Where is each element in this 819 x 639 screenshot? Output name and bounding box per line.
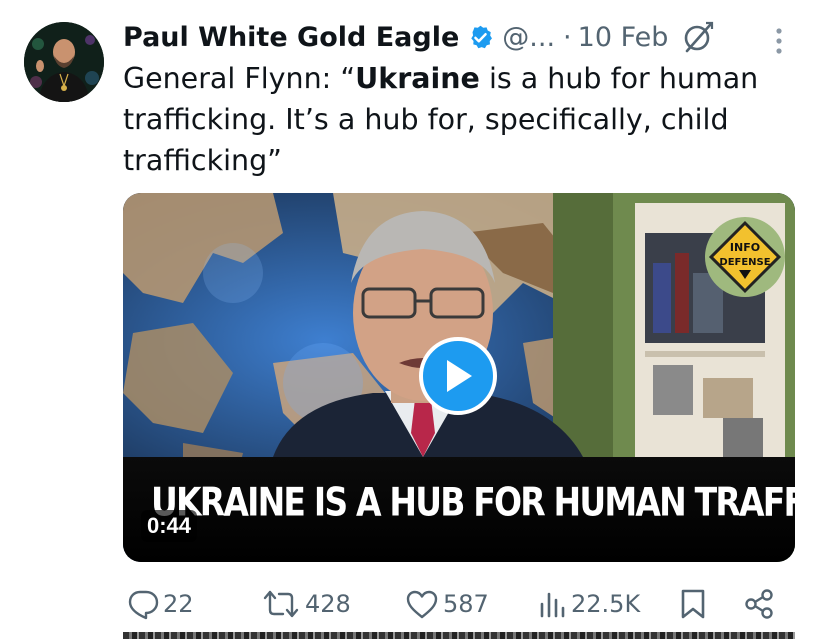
tweet-text: General Flynn: “Ukraine is a hub for hum…: [123, 58, 783, 181]
tweet-text-prefix: General Flynn: “: [123, 62, 356, 95]
views-button[interactable]: 22.5K: [537, 582, 640, 626]
action-bar: 22 428 587 22.5K: [123, 582, 783, 626]
like-count: 587: [443, 590, 489, 618]
share-icon: [745, 589, 773, 619]
logo-line2: DEFENSE: [719, 257, 770, 268]
logo-line1: INFO: [730, 241, 760, 254]
views-icon: [540, 592, 565, 618]
warning-sign-icon: INFO DEFENSE: [708, 220, 782, 294]
reply-icon: [128, 590, 159, 620]
video-duration: 0:44: [141, 510, 198, 542]
tweet-header: Paul White Gold Eagle @... · 10 Feb: [123, 16, 803, 58]
play-icon: [447, 360, 472, 392]
next-post-preview-edge: [123, 632, 795, 639]
grok-icon[interactable]: [682, 21, 714, 53]
reply-count: 22: [163, 590, 194, 618]
reply-button[interactable]: 22: [127, 582, 194, 626]
avatar-image: [24, 22, 104, 102]
tweet-date[interactable]: 10 Feb: [578, 22, 669, 53]
play-button[interactable]: [419, 337, 497, 415]
tweet-text-bold: Ukraine: [355, 62, 480, 95]
repost-button[interactable]: 428: [261, 582, 351, 626]
info-defense-logo: INFO DEFENSE: [705, 217, 785, 297]
date-separator: ·: [563, 21, 572, 53]
views-count: 22.5K: [571, 590, 641, 618]
like-icon: [406, 590, 438, 619]
bookmark-button[interactable]: [679, 582, 707, 626]
avatar[interactable]: [24, 22, 104, 102]
verified-badge-icon: [471, 25, 493, 48]
video-player[interactable]: INFO DEFENSE UKRAINE IS A HUB FOR HUMAN …: [123, 193, 795, 562]
repost-icon: [263, 590, 299, 618]
bookmark-icon: [681, 589, 705, 619]
video-caption: UKRAINE IS A HUB FOR HUMAN TRAFFICKING: [151, 479, 795, 526]
share-button[interactable]: [743, 582, 775, 626]
like-button[interactable]: 587: [405, 582, 489, 626]
repost-count: 428: [305, 590, 351, 618]
author-handle[interactable]: @...: [502, 22, 555, 53]
author-name[interactable]: Paul White Gold Eagle: [123, 22, 459, 53]
more-options-icon[interactable]: [772, 26, 786, 56]
